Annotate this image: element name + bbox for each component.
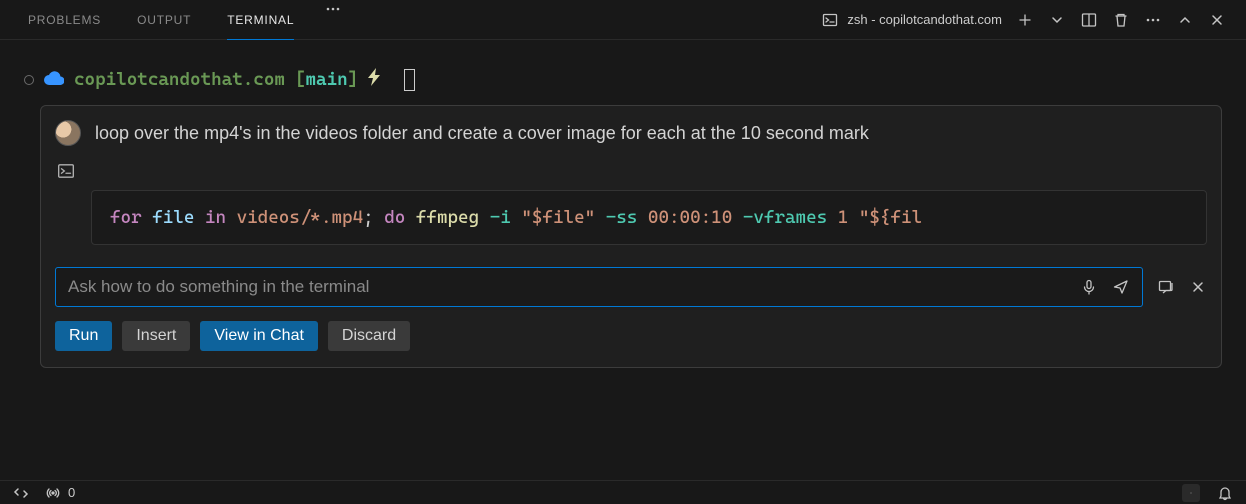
notifications-button[interactable]: [1216, 484, 1234, 502]
split-terminal-button[interactable]: [1080, 11, 1098, 29]
terminal-label: zsh - copilotcandothat.com: [847, 12, 1002, 27]
terminal-body[interactable]: copilotcandothat.com [main] loop over th…: [0, 40, 1246, 480]
avatar: [55, 120, 81, 146]
copilot-status[interactable]: [1182, 484, 1200, 502]
user-prompt-text: loop over the mp4's in the videos folder…: [95, 123, 869, 144]
feedback-icon[interactable]: [1157, 278, 1175, 296]
panel-tab-bar: PROBLEMS OUTPUT TERMINAL zsh - copilotca…: [0, 0, 1246, 40]
close-inline-chat[interactable]: [1189, 278, 1207, 296]
tab-terminal[interactable]: TERMINAL: [209, 0, 312, 40]
suggested-command: for file in videos/*.mp4; do ffmpeg -i "…: [91, 190, 1207, 245]
radio-tower-icon: [44, 484, 62, 502]
new-terminal-button[interactable]: [1016, 11, 1034, 29]
terminal-name[interactable]: zsh - copilotcandothat.com: [821, 11, 1002, 29]
close-panel-button[interactable]: [1208, 11, 1226, 29]
inline-chat-input-wrap: [55, 267, 1143, 307]
terminal-small-icon: [57, 162, 75, 180]
tab-output[interactable]: OUTPUT: [119, 0, 209, 40]
terminal-icon: [821, 11, 839, 29]
insert-button[interactable]: Insert: [122, 321, 190, 351]
run-button[interactable]: Run: [55, 321, 112, 351]
panel-more-button[interactable]: [1144, 11, 1162, 29]
inline-chat-card: loop over the mp4's in the videos folder…: [40, 105, 1222, 368]
cloud-icon: [44, 70, 64, 89]
kill-terminal-button[interactable]: [1112, 11, 1130, 29]
status-bar: 0: [0, 480, 1246, 504]
remote-button[interactable]: [12, 484, 30, 502]
cwd-text: copilotcandothat.com: [74, 69, 285, 90]
tab-overflow[interactable]: [312, 0, 354, 40]
send-icon[interactable]: [1112, 278, 1130, 296]
terminal-dropdown-button[interactable]: [1048, 11, 1066, 29]
branch-text: [main]: [295, 69, 358, 90]
prompt-line: copilotcandothat.com [main]: [24, 68, 1222, 91]
ellipsis-icon: [324, 0, 342, 18]
mic-icon[interactable]: [1080, 278, 1098, 296]
view-in-chat-button[interactable]: View in Chat: [200, 321, 318, 351]
tab-problems[interactable]: PROBLEMS: [10, 0, 119, 40]
radio-count: 0: [68, 485, 75, 500]
discard-button[interactable]: Discard: [328, 321, 410, 351]
maximize-panel-button[interactable]: [1176, 11, 1194, 29]
status-dot-icon: [24, 75, 34, 85]
inline-chat-input[interactable]: [68, 277, 1072, 297]
bolt-icon: [368, 68, 382, 91]
cursor-icon: [404, 69, 415, 91]
radio-status[interactable]: 0: [44, 484, 75, 502]
